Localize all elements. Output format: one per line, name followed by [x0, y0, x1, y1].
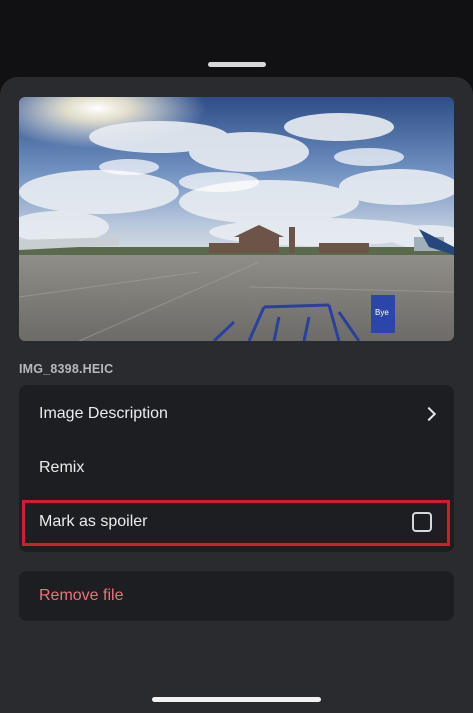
spoiler-highlight-box — [22, 500, 450, 546]
home-indicator — [152, 697, 321, 702]
sheet-drag-handle[interactable] — [208, 62, 266, 67]
screen: Bye IMG_8398.HEIC Image Description Remi… — [0, 0, 473, 713]
remove-file-label: Remove file — [39, 587, 124, 604]
image-preview: Bye — [19, 97, 454, 341]
image-description-label: Image Description — [39, 405, 168, 422]
svg-text:Bye: Bye — [375, 308, 389, 317]
chevron-right-icon — [421, 406, 437, 422]
remove-file-button[interactable]: Remove file — [19, 571, 454, 621]
remix-row[interactable]: Remix — [19, 441, 454, 495]
remix-label: Remix — [39, 459, 85, 476]
image-description-row[interactable]: Image Description — [19, 387, 454, 441]
attachment-file-name: IMG_8398.HEIC — [19, 362, 114, 376]
